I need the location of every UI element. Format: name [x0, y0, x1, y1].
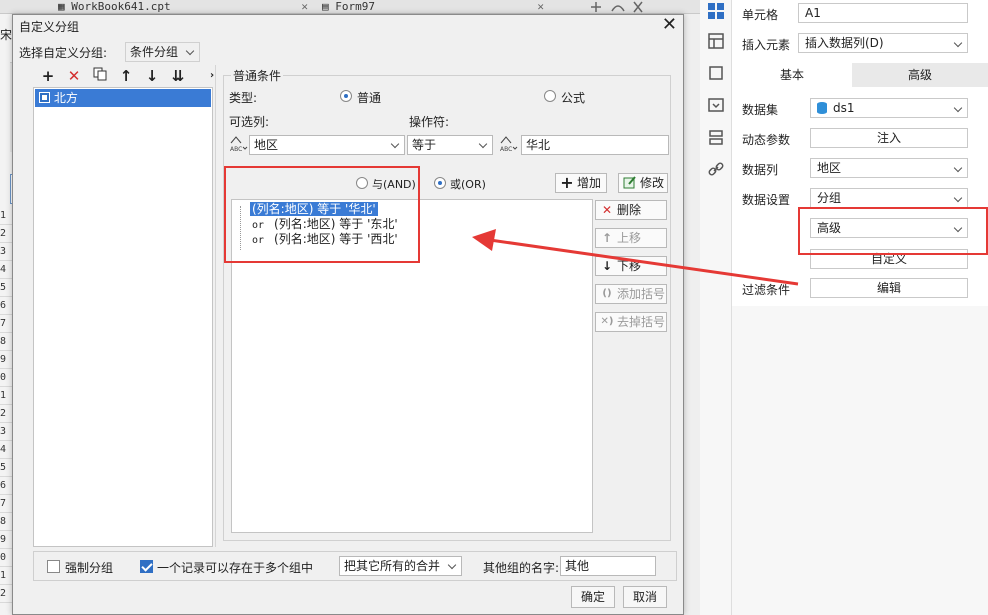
annotation-arrow	[472, 229, 799, 286]
